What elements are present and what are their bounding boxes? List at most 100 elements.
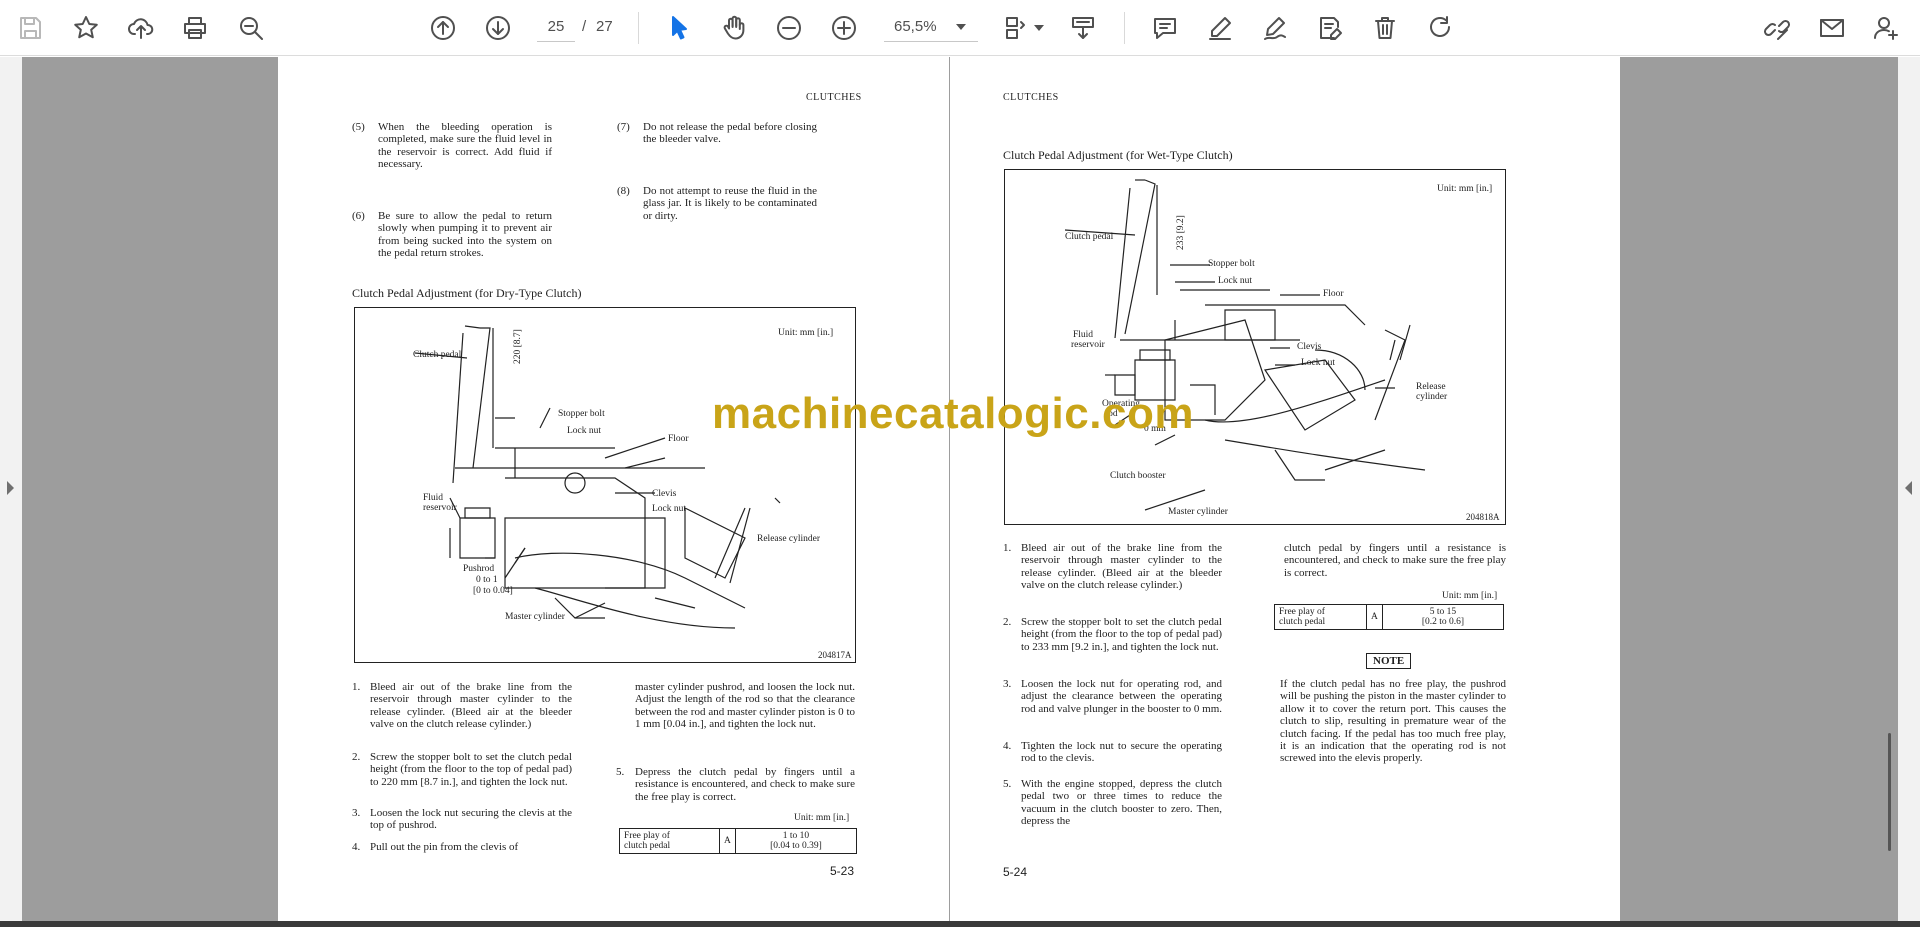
figure-label: Master cylinder	[505, 612, 565, 622]
figure-label: 0 to 1	[476, 575, 498, 585]
bookmark-star-icon[interactable]	[66, 8, 106, 48]
table-unit: Unit: mm [in.]	[794, 813, 850, 823]
figure-label: Clutch pedal	[413, 350, 462, 360]
figure-label: [0 to 0.04]	[473, 586, 513, 596]
figure-label: Clutch pedal	[1065, 232, 1114, 242]
figure-label: Fluid	[1073, 330, 1094, 340]
paragraph-continued: master cylinder pushrod, and loosen the …	[635, 681, 855, 731]
zoom-in-icon[interactable]	[824, 8, 864, 48]
list-item: 5. With the engine stopped, depress the …	[1003, 778, 1222, 828]
list-item: 4. Tighten the lock nut to secure the op…	[1003, 740, 1222, 765]
select-cursor-icon[interactable]	[659, 8, 699, 48]
page-number: 5-24	[1003, 865, 1028, 879]
list-item: (8) Do not attempt to reuse the fluid in…	[617, 185, 817, 222]
edit-document-icon[interactable]	[1310, 8, 1350, 48]
figure-code: 204818A	[1466, 512, 1500, 522]
figure-label: reservoir	[423, 503, 457, 513]
figure-label: Clevis	[1297, 342, 1322, 352]
email-envelope-icon[interactable]	[1812, 8, 1852, 48]
print-icon[interactable]	[175, 8, 215, 48]
comment-icon[interactable]	[1145, 8, 1185, 48]
figure-label: Fluid	[423, 493, 444, 503]
right-panel-toggle[interactable]	[1898, 57, 1920, 927]
page-total: 27	[596, 18, 613, 35]
save-icon[interactable]	[10, 8, 50, 48]
zoom-search-icon[interactable]	[231, 8, 271, 48]
list-item: 3. Loosen the lock nut for operating rod…	[1003, 678, 1223, 715]
figure-unit: Unit: mm [in.]	[1437, 184, 1493, 194]
share-user-icon[interactable]	[1866, 8, 1906, 48]
cloud-upload-icon[interactable]	[121, 8, 161, 48]
list-item: (5) When the bleeding operation is compl…	[352, 121, 552, 171]
watermark: machinecatalogic.com	[712, 389, 1194, 438]
figure-dry-clutch: Unit: mm [in.] Clutch pedal 220 [8.7] St…	[354, 307, 856, 663]
zoom-out-icon[interactable]	[769, 8, 809, 48]
figure-label: Stopper bolt	[1208, 259, 1255, 269]
chevron-down-icon	[956, 24, 966, 30]
section-title: Clutch Pedal Adjustment (for Dry-Type Cl…	[352, 286, 582, 300]
figure-label: Pushrod	[463, 564, 495, 574]
table-cell: Free play of clutch pedal	[619, 828, 720, 854]
vertical-scrollbar[interactable]	[1876, 57, 1894, 927]
table-unit: Unit: mm [in.]	[1442, 591, 1498, 601]
figure-label: Master cylinder	[1168, 507, 1228, 517]
list-item: (6) Be sure to allow the pedal to return…	[352, 210, 552, 260]
list-item: 2. Screw the stopper bolt to set the clu…	[1003, 616, 1222, 653]
figure-wet-clutch: Unit: mm [in.] 233 [9.2] Clutch pedal St…	[1004, 169, 1506, 525]
zoom-select[interactable]: 65,5%	[884, 12, 978, 42]
page-display-icon[interactable]	[995, 8, 1035, 48]
figure-label: 233 [9.2]	[1176, 215, 1186, 250]
figure-label: Floor	[1323, 289, 1344, 299]
free-play-table: Free play of clutch pedal A 1 to 10 [0.04 …	[619, 828, 858, 854]
figure-label: Clutch booster	[1110, 471, 1166, 481]
zoom-value: 65,5%	[894, 18, 937, 35]
chevron-down-icon[interactable]	[1034, 25, 1044, 31]
page-header: CLUTCHES	[1003, 92, 1059, 103]
sign-link-icon[interactable]	[1757, 8, 1797, 48]
expand-right-icon[interactable]	[1905, 481, 1912, 495]
figure-label: reservoir	[1071, 340, 1105, 350]
bottom-bar	[0, 921, 1920, 927]
figure-label: Release cylinder	[757, 534, 821, 544]
document-viewport[interactable]: CLUTCHES (5) When the bleeding operation…	[0, 57, 1920, 927]
page-number-input[interactable]	[537, 12, 575, 42]
next-page-icon[interactable]	[478, 8, 518, 48]
table-cell: 5 to 15 [0.2 to 0.6]	[1381, 604, 1505, 630]
document-page-left: CLUTCHES (5) When the bleeding operation…	[278, 57, 949, 921]
previous-page-icon[interactable]	[423, 8, 463, 48]
list-item: 5. Depress the clutch pedal by fingers u…	[616, 766, 855, 803]
page-separator: /	[582, 18, 587, 35]
pdf-viewer: / 27 65,5%	[0, 0, 1920, 927]
figure-label: Floor	[668, 434, 689, 444]
draw-freehand-icon[interactable]	[1255, 8, 1295, 48]
figure-label: Lock nut	[1301, 358, 1336, 368]
table-cell: A	[719, 828, 736, 854]
delete-trash-icon[interactable]	[1365, 8, 1405, 48]
figure-label: Stopper bolt	[558, 409, 605, 419]
figure-label: 220 [8.7]	[513, 329, 523, 364]
highlight-pen-icon[interactable]	[1200, 8, 1240, 48]
left-panel-toggle[interactable]	[0, 57, 22, 927]
section-title: Clutch Pedal Adjustment (for Wet-Type Cl…	[1003, 148, 1233, 162]
list-item: 4. Pull out the pin from the clevis of	[352, 841, 519, 853]
figure-label: Clevis	[652, 489, 677, 499]
figure-label: cylinder	[1416, 392, 1448, 402]
page-number: 5-23	[830, 864, 855, 878]
figure-code: 204817A	[818, 650, 852, 660]
toolbar-divider	[638, 12, 639, 44]
table-cell: A	[1366, 604, 1383, 630]
scroll-mode-icon[interactable]	[1063, 8, 1103, 48]
table-cell: 1 to 10 [0.04 to 0.39]	[734, 828, 858, 854]
table-cell: Free play of clutch pedal	[1274, 604, 1367, 630]
hand-tool-icon[interactable]	[714, 8, 754, 48]
rotate-redo-icon[interactable]	[1420, 8, 1460, 48]
note-text: If the clutch pedal has no free play, th…	[1280, 678, 1506, 765]
list-item: 1. Bleed air out of the brake line from …	[352, 681, 572, 731]
document-page-right: CLUTCHES Clutch Pedal Adjustment (for We…	[950, 57, 1620, 921]
toolbar-divider	[1124, 12, 1125, 44]
expand-left-icon[interactable]	[7, 481, 14, 495]
scrollbar-thumb[interactable]	[1888, 733, 1891, 851]
paragraph-continued: clutch pedal by fingers until a resistan…	[1284, 542, 1506, 579]
free-play-table: Free play of clutch pedal A 5 to 15 [0.2 t…	[1274, 604, 1505, 630]
figure-unit: Unit: mm [in.]	[778, 328, 834, 338]
